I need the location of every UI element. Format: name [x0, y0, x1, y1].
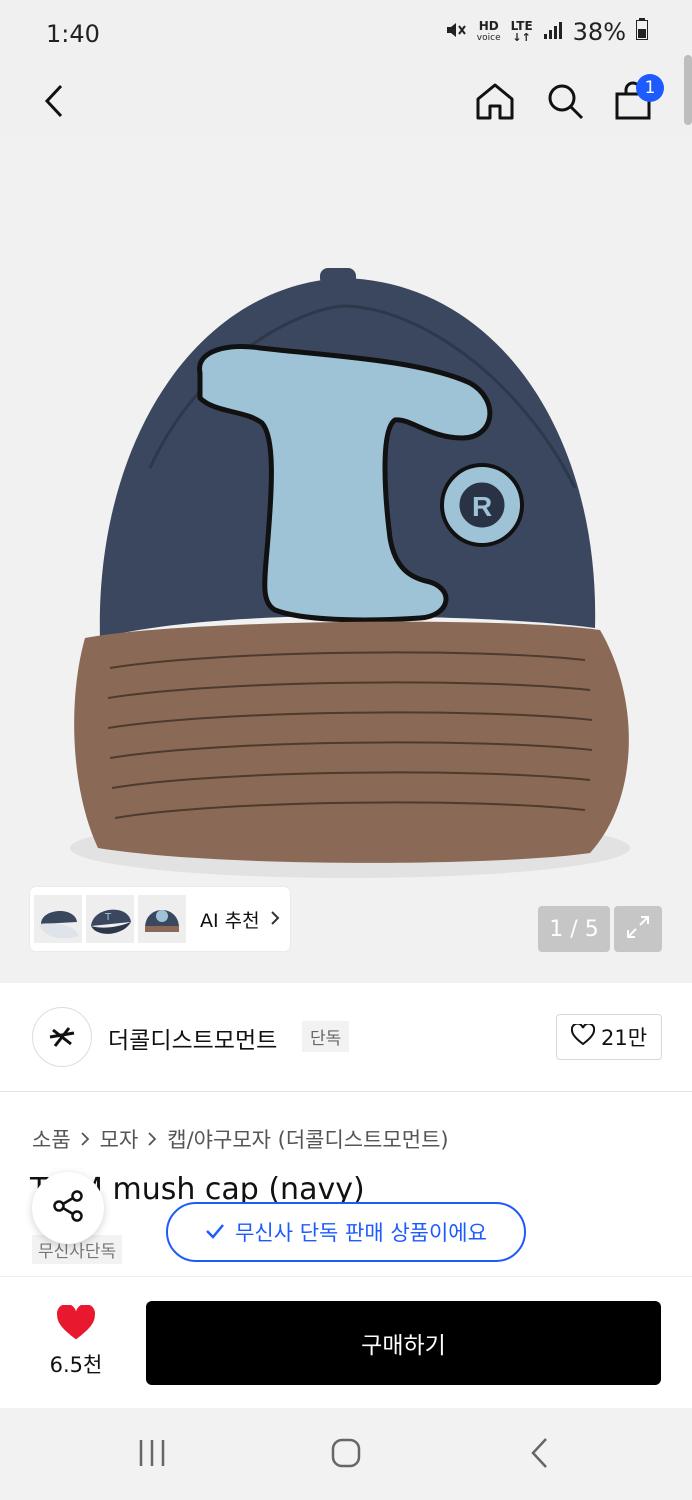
recent-apps-icon: [136, 1438, 168, 1472]
breadcrumb-item[interactable]: 캡/야구모자 (더콜디스트모먼트): [167, 1124, 448, 1154]
svg-text:R: R: [472, 491, 492, 522]
product-image-cap: R: [70, 268, 630, 878]
thumbnail-2[interactable]: T: [86, 895, 134, 943]
voice-label: voice: [476, 33, 501, 43]
thumbnail-1[interactable]: [34, 895, 82, 943]
check-icon: [205, 1220, 225, 1244]
heart-outline-icon: [570, 1022, 596, 1051]
brand-row: 더콜디스트모먼트 단독 21만: [0, 983, 692, 1092]
back-nav-button[interactable]: [510, 1432, 570, 1478]
brand-like-count: 21만: [600, 1026, 648, 1050]
home-button[interactable]: [468, 76, 522, 130]
brand-like-button[interactable]: 21만: [556, 1014, 662, 1060]
chevron-right-icon: [270, 907, 280, 931]
chevron-right-icon: [81, 1127, 90, 1151]
top-nav-bar: 1: [0, 68, 692, 138]
cart-count-badge: 1: [636, 74, 664, 102]
image-page-indicator: 1 / 5: [538, 906, 610, 952]
lte-indicator: LTE ↓↑: [510, 19, 533, 44]
hd-label: HD: [478, 19, 499, 33]
product-like-button[interactable]: 6.5천: [40, 1303, 112, 1379]
expand-icon: [624, 913, 652, 945]
recent-apps-button[interactable]: [122, 1432, 182, 1478]
chevron-right-icon: [148, 1127, 157, 1151]
svg-text:T: T: [104, 912, 112, 923]
status-icons: HD voice LTE ↓↑ 38%: [445, 18, 648, 46]
home-nav-button[interactable]: [316, 1432, 376, 1478]
system-nav-bar: [0, 1408, 692, 1500]
exclusive-toast: 무신사 단독 판매 상품이에요: [166, 1202, 526, 1262]
product-like-count: 6.5천: [49, 1353, 103, 1377]
status-time: 1:40: [46, 20, 100, 48]
thumbnail-3[interactable]: [138, 895, 186, 943]
home-icon: [475, 81, 515, 125]
battery-percent: 38%: [572, 18, 626, 46]
status-bar: 1:40 HD voice LTE ↓↑ 38%: [0, 0, 692, 68]
search-button[interactable]: [538, 76, 592, 130]
bottom-purchase-bar: 6.5천 구매하기: [0, 1276, 692, 1409]
brand-exclusive-tag: 단독: [302, 1021, 350, 1052]
brand-logo[interactable]: [32, 1007, 92, 1067]
product-image-gallery[interactable]: R: [0, 138, 692, 983]
brand-name[interactable]: 더콜디스트모먼트: [108, 1021, 277, 1055]
back-button[interactable]: [28, 76, 82, 130]
buy-button[interactable]: 구매하기: [146, 1301, 661, 1385]
chevron-left-icon: [530, 1437, 550, 1473]
battery-icon: [636, 18, 648, 46]
home-circle-icon: [330, 1437, 362, 1473]
mute-icon: [445, 18, 467, 46]
cart-button[interactable]: 1: [606, 74, 664, 130]
expand-image-button[interactable]: [614, 906, 662, 952]
heart-icon: [56, 1303, 96, 1345]
breadcrumb-item[interactable]: 모자: [100, 1124, 139, 1154]
breadcrumb: 소품 모자 캡/야구모자 (더콜디스트모먼트): [32, 1124, 449, 1154]
scroll-indicator: [684, 55, 692, 125]
signal-icon: [543, 18, 563, 46]
breadcrumb-item[interactable]: 소품: [32, 1124, 71, 1154]
share-icon: [50, 1188, 86, 1228]
share-button[interactable]: [32, 1172, 104, 1244]
chevron-left-icon: [43, 83, 67, 123]
search-icon: [545, 81, 585, 125]
hd-voice-indicator: HD voice: [477, 20, 501, 44]
toast-text: 무신사 단독 판매 상품이에요: [235, 1221, 487, 1245]
ai-recommend-button[interactable]: T AI 추천: [30, 887, 290, 951]
ai-recommend-label: AI 추천: [200, 909, 260, 932]
